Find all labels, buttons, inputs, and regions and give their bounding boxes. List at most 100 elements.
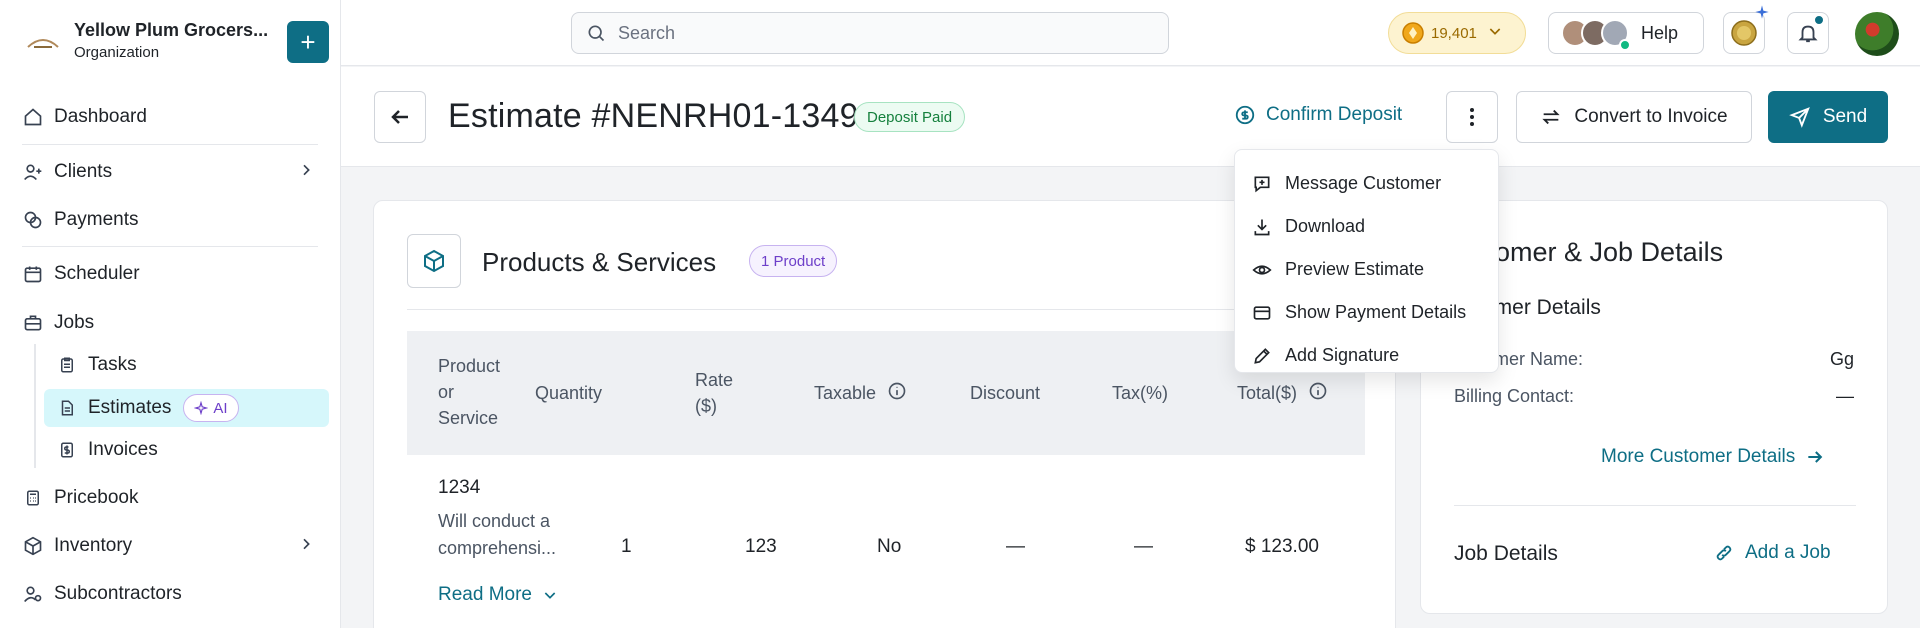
more-customer-details-link[interactable]: More Customer Details	[1601, 446, 1825, 468]
more-actions-button[interactable]	[1446, 91, 1498, 143]
divider	[1454, 505, 1856, 506]
notifications-button[interactable]	[1787, 12, 1829, 54]
coins-icon	[22, 209, 44, 231]
help-label: Help	[1641, 22, 1679, 43]
sidebar-item-estimates[interactable]: Estimates AI	[44, 389, 329, 427]
pen-icon	[1251, 345, 1273, 367]
arrow-right-icon	[1808, 451, 1823, 463]
sidebar-item-clients[interactable]: Clients	[22, 154, 310, 190]
dollar-document-icon	[56, 439, 78, 461]
eye-icon	[1251, 259, 1273, 281]
menu-item-add-signature[interactable]: Add Signature	[1235, 334, 1498, 377]
column-header-discount: Discount	[970, 383, 1041, 403]
user-plus-icon	[22, 161, 44, 183]
message-plus-icon	[1251, 173, 1273, 195]
chevron-right-icon	[298, 162, 314, 184]
column-header-quantity: Quantity	[535, 383, 603, 403]
search-box[interactable]	[571, 12, 1169, 54]
column-header-rate: Rate ($)	[695, 370, 734, 416]
search-icon	[588, 25, 605, 42]
document-icon	[56, 397, 78, 419]
home-icon	[22, 106, 44, 128]
job-details-heading: Job Details	[1454, 542, 1558, 565]
credit-card-icon	[1251, 302, 1273, 324]
table-header: Product or Service Quantity Rate ($) Tax…	[407, 331, 1365, 455]
sidebar-item-label: Scheduler	[54, 263, 140, 284]
rewards-button[interactable]	[1723, 5, 1769, 54]
coin-icon	[1402, 22, 1424, 44]
sidebar-item-invoices[interactable]: Invoices	[44, 431, 329, 469]
sidebar-item-scheduler[interactable]: Scheduler	[22, 256, 140, 292]
notification-dot	[1813, 14, 1825, 26]
more-vertical-icon	[1470, 108, 1474, 126]
menu-item-show-payment-details[interactable]: Show Payment Details	[1235, 291, 1498, 334]
sparkle-icon	[194, 401, 209, 415]
add-job-link[interactable]: Add a Job	[1713, 542, 1831, 564]
ai-badge: AI	[183, 394, 239, 422]
read-more-button[interactable]: Read More	[438, 584, 558, 606]
dollar-circle-icon	[1235, 105, 1255, 125]
send-button[interactable]: Send	[1768, 91, 1888, 143]
sidebar-item-pricebook[interactable]: Pricebook	[22, 480, 139, 516]
divider	[407, 309, 1365, 310]
sidebar-item-dashboard[interactable]: Dashboard	[22, 99, 147, 135]
page-title: Estimate #NENRH01-1349	[448, 97, 859, 135]
sidebar-item-tasks[interactable]: Tasks	[44, 346, 329, 384]
menu-item-download[interactable]: Download	[1235, 205, 1498, 248]
more-actions-menu: Message Customer Download Preview Estima…	[1234, 149, 1499, 373]
sparkle-icon	[1755, 5, 1769, 19]
chevron-down-icon	[1487, 23, 1503, 43]
menu-item-preview-estimate[interactable]: Preview Estimate	[1235, 248, 1498, 291]
online-indicator	[1619, 39, 1631, 51]
sidebar-item-payments[interactable]: Payments	[22, 202, 138, 238]
support-avatars	[1561, 19, 1631, 51]
customer-name-value: Gg	[1829, 349, 1854, 369]
convert-to-invoice-button[interactable]: Convert to Invoice	[1516, 91, 1752, 143]
package-icon	[22, 535, 44, 557]
org-switcher[interactable]: Yellow Plum Grocers... Organization	[24, 20, 268, 61]
sidebar-item-label: Estimates	[88, 397, 172, 418]
sidebar-item-inventory[interactable]: Inventory	[22, 528, 310, 564]
sidebar-item-label: Invoices	[88, 439, 158, 460]
sidebar-item-label: Pricebook	[54, 487, 139, 508]
sidebar-item-label: Inventory	[54, 535, 133, 556]
column-header-tax: Tax(%)	[1112, 383, 1169, 403]
add-button[interactable]: +	[287, 21, 329, 63]
search-input[interactable]	[618, 22, 1138, 44]
send-icon	[1788, 107, 1810, 128]
info-icon[interactable]	[1308, 381, 1328, 408]
confirm-deposit-button[interactable]: Confirm Deposit	[1234, 104, 1402, 126]
back-button[interactable]	[374, 91, 426, 143]
sidebar-item-label: Jobs	[54, 312, 95, 333]
top-bar: 19,401 Help	[341, 0, 1920, 66]
section-title: Products & Services	[482, 247, 717, 277]
cell-discount: —	[1006, 536, 1025, 557]
billing-contact-value: —	[1836, 386, 1854, 406]
profile-avatar[interactable]	[1855, 12, 1899, 56]
confirm-deposit-label: Confirm Deposit	[1266, 104, 1403, 125]
sidebar-item-label: Payments	[54, 209, 139, 230]
divider	[22, 246, 318, 247]
chevron-right-icon	[298, 536, 314, 558]
cell-rate: 123	[745, 536, 777, 557]
sidebar-item-jobs[interactable]: Jobs	[22, 305, 94, 341]
coins-balance-button[interactable]: 19,401	[1388, 12, 1526, 54]
sidebar-item-subcontractors[interactable]: Subcontractors	[22, 576, 182, 612]
menu-item-message-customer[interactable]: Message Customer	[1235, 162, 1498, 205]
section-title: stomer & Job Details	[1474, 237, 1724, 267]
org-name: Yellow Plum Grocers...	[74, 20, 269, 40]
coins-value: 19,401	[1431, 24, 1477, 42]
help-button[interactable]: Help	[1548, 12, 1704, 54]
sidebar-item-label: Dashboard	[54, 106, 147, 127]
cell-taxable: No	[877, 536, 902, 557]
sidebar-item-label: Clients	[54, 161, 113, 182]
cell-quantity: 1	[621, 536, 632, 557]
info-icon[interactable]	[887, 381, 907, 408]
chevron-down-icon	[544, 592, 556, 599]
org-subtitle: Organization	[74, 44, 160, 61]
page-header: Estimate #NENRH01-1349 Deposit Paid Conf…	[341, 67, 1920, 167]
submenu-rail	[34, 344, 36, 468]
customer-details-heading: omer Details	[1483, 296, 1601, 319]
product-name: 1234	[438, 477, 481, 498]
column-header-product: Product or Service	[438, 356, 501, 428]
